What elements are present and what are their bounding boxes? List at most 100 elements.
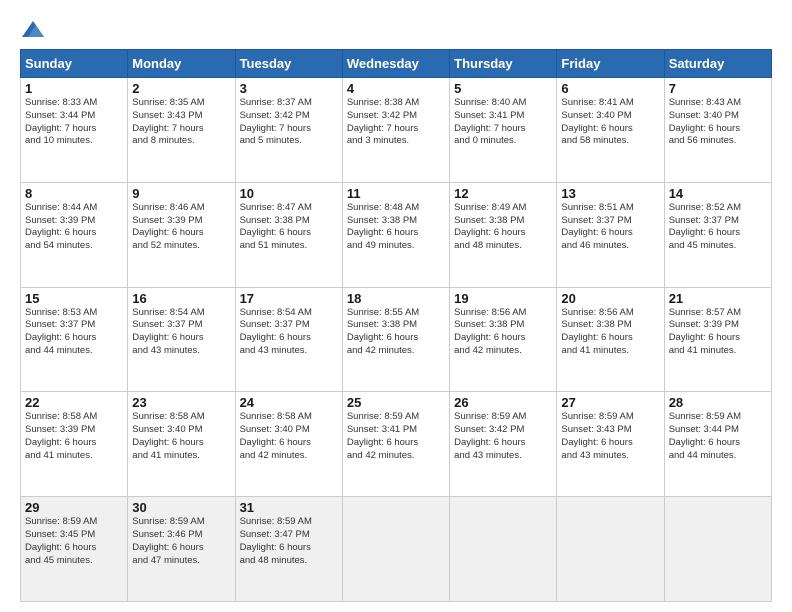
- day-number: 30: [132, 500, 230, 515]
- day-number: 10: [240, 186, 338, 201]
- calendar-cell: 14Sunrise: 8:52 AMSunset: 3:37 PMDayligh…: [664, 182, 771, 287]
- cell-text: Sunrise: 8:59 AMSunset: 3:46 PMDaylight:…: [132, 516, 230, 567]
- cell-text: Sunrise: 8:51 AMSunset: 3:37 PMDaylight:…: [561, 202, 659, 253]
- day-number: 1: [25, 81, 123, 96]
- calendar-cell: 4Sunrise: 8:38 AMSunset: 3:42 PMDaylight…: [342, 78, 449, 183]
- day-number: 3: [240, 81, 338, 96]
- day-number: 11: [347, 186, 445, 201]
- calendar-cell: 28Sunrise: 8:59 AMSunset: 3:44 PMDayligh…: [664, 392, 771, 497]
- cell-text: Sunrise: 8:57 AMSunset: 3:39 PMDaylight:…: [669, 307, 767, 358]
- calendar-cell: 18Sunrise: 8:55 AMSunset: 3:38 PMDayligh…: [342, 287, 449, 392]
- calendar-cell: 24Sunrise: 8:58 AMSunset: 3:40 PMDayligh…: [235, 392, 342, 497]
- cell-text: Sunrise: 8:55 AMSunset: 3:38 PMDaylight:…: [347, 307, 445, 358]
- cell-text: Sunrise: 8:46 AMSunset: 3:39 PMDaylight:…: [132, 202, 230, 253]
- cell-text: Sunrise: 8:47 AMSunset: 3:38 PMDaylight:…: [240, 202, 338, 253]
- day-number: 8: [25, 186, 123, 201]
- logo: [20, 15, 44, 41]
- calendar-cell: 11Sunrise: 8:48 AMSunset: 3:38 PMDayligh…: [342, 182, 449, 287]
- cell-text: Sunrise: 8:59 AMSunset: 3:47 PMDaylight:…: [240, 516, 338, 567]
- calendar-cell: 7Sunrise: 8:43 AMSunset: 3:40 PMDaylight…: [664, 78, 771, 183]
- calendar-cell: 9Sunrise: 8:46 AMSunset: 3:39 PMDaylight…: [128, 182, 235, 287]
- column-header-saturday: Saturday: [664, 50, 771, 78]
- day-number: 28: [669, 395, 767, 410]
- day-number: 14: [669, 186, 767, 201]
- cell-text: Sunrise: 8:35 AMSunset: 3:43 PMDaylight:…: [132, 97, 230, 148]
- page: SundayMondayTuesdayWednesdayThursdayFrid…: [0, 0, 792, 612]
- calendar-cell: 26Sunrise: 8:59 AMSunset: 3:42 PMDayligh…: [450, 392, 557, 497]
- calendar-cell: 6Sunrise: 8:41 AMSunset: 3:40 PMDaylight…: [557, 78, 664, 183]
- day-number: 15: [25, 291, 123, 306]
- day-number: 12: [454, 186, 552, 201]
- calendar: SundayMondayTuesdayWednesdayThursdayFrid…: [20, 49, 772, 602]
- day-number: 19: [454, 291, 552, 306]
- calendar-cell: [557, 497, 664, 602]
- calendar-cell: 5Sunrise: 8:40 AMSunset: 3:41 PMDaylight…: [450, 78, 557, 183]
- calendar-cell: [342, 497, 449, 602]
- cell-text: Sunrise: 8:59 AMSunset: 3:43 PMDaylight:…: [561, 411, 659, 462]
- calendar-cell: 8Sunrise: 8:44 AMSunset: 3:39 PMDaylight…: [21, 182, 128, 287]
- day-number: 31: [240, 500, 338, 515]
- day-number: 9: [132, 186, 230, 201]
- logo-icon: [22, 21, 44, 37]
- column-header-wednesday: Wednesday: [342, 50, 449, 78]
- cell-text: Sunrise: 8:56 AMSunset: 3:38 PMDaylight:…: [561, 307, 659, 358]
- cell-text: Sunrise: 8:59 AMSunset: 3:45 PMDaylight:…: [25, 516, 123, 567]
- day-number: 22: [25, 395, 123, 410]
- day-number: 17: [240, 291, 338, 306]
- cell-text: Sunrise: 8:54 AMSunset: 3:37 PMDaylight:…: [132, 307, 230, 358]
- cell-text: Sunrise: 8:52 AMSunset: 3:37 PMDaylight:…: [669, 202, 767, 253]
- day-number: 23: [132, 395, 230, 410]
- calendar-cell: 19Sunrise: 8:56 AMSunset: 3:38 PMDayligh…: [450, 287, 557, 392]
- day-number: 24: [240, 395, 338, 410]
- calendar-cell: 29Sunrise: 8:59 AMSunset: 3:45 PMDayligh…: [21, 497, 128, 602]
- day-number: 29: [25, 500, 123, 515]
- day-number: 7: [669, 81, 767, 96]
- header: [20, 15, 772, 41]
- day-number: 6: [561, 81, 659, 96]
- column-header-sunday: Sunday: [21, 50, 128, 78]
- cell-text: Sunrise: 8:44 AMSunset: 3:39 PMDaylight:…: [25, 202, 123, 253]
- cell-text: Sunrise: 8:59 AMSunset: 3:44 PMDaylight:…: [669, 411, 767, 462]
- calendar-cell: [450, 497, 557, 602]
- calendar-cell: 12Sunrise: 8:49 AMSunset: 3:38 PMDayligh…: [450, 182, 557, 287]
- cell-text: Sunrise: 8:38 AMSunset: 3:42 PMDaylight:…: [347, 97, 445, 148]
- calendar-cell: 20Sunrise: 8:56 AMSunset: 3:38 PMDayligh…: [557, 287, 664, 392]
- cell-text: Sunrise: 8:56 AMSunset: 3:38 PMDaylight:…: [454, 307, 552, 358]
- cell-text: Sunrise: 8:49 AMSunset: 3:38 PMDaylight:…: [454, 202, 552, 253]
- calendar-cell: 30Sunrise: 8:59 AMSunset: 3:46 PMDayligh…: [128, 497, 235, 602]
- column-header-friday: Friday: [557, 50, 664, 78]
- calendar-cell: 1Sunrise: 8:33 AMSunset: 3:44 PMDaylight…: [21, 78, 128, 183]
- calendar-cell: 16Sunrise: 8:54 AMSunset: 3:37 PMDayligh…: [128, 287, 235, 392]
- calendar-cell: [664, 497, 771, 602]
- calendar-cell: 15Sunrise: 8:53 AMSunset: 3:37 PMDayligh…: [21, 287, 128, 392]
- column-header-monday: Monday: [128, 50, 235, 78]
- day-number: 16: [132, 291, 230, 306]
- cell-text: Sunrise: 8:54 AMSunset: 3:37 PMDaylight:…: [240, 307, 338, 358]
- calendar-cell: 2Sunrise: 8:35 AMSunset: 3:43 PMDaylight…: [128, 78, 235, 183]
- cell-text: Sunrise: 8:48 AMSunset: 3:38 PMDaylight:…: [347, 202, 445, 253]
- day-number: 4: [347, 81, 445, 96]
- column-header-thursday: Thursday: [450, 50, 557, 78]
- day-number: 18: [347, 291, 445, 306]
- day-number: 20: [561, 291, 659, 306]
- cell-text: Sunrise: 8:53 AMSunset: 3:37 PMDaylight:…: [25, 307, 123, 358]
- calendar-cell: 17Sunrise: 8:54 AMSunset: 3:37 PMDayligh…: [235, 287, 342, 392]
- logo-text: [20, 15, 44, 41]
- column-header-tuesday: Tuesday: [235, 50, 342, 78]
- day-number: 27: [561, 395, 659, 410]
- cell-text: Sunrise: 8:58 AMSunset: 3:40 PMDaylight:…: [240, 411, 338, 462]
- day-number: 13: [561, 186, 659, 201]
- day-number: 2: [132, 81, 230, 96]
- calendar-cell: 13Sunrise: 8:51 AMSunset: 3:37 PMDayligh…: [557, 182, 664, 287]
- calendar-cell: 3Sunrise: 8:37 AMSunset: 3:42 PMDaylight…: [235, 78, 342, 183]
- day-number: 21: [669, 291, 767, 306]
- cell-text: Sunrise: 8:33 AMSunset: 3:44 PMDaylight:…: [25, 97, 123, 148]
- cell-text: Sunrise: 8:58 AMSunset: 3:40 PMDaylight:…: [132, 411, 230, 462]
- calendar-cell: 31Sunrise: 8:59 AMSunset: 3:47 PMDayligh…: [235, 497, 342, 602]
- cell-text: Sunrise: 8:43 AMSunset: 3:40 PMDaylight:…: [669, 97, 767, 148]
- calendar-cell: 10Sunrise: 8:47 AMSunset: 3:38 PMDayligh…: [235, 182, 342, 287]
- day-number: 5: [454, 81, 552, 96]
- calendar-cell: 22Sunrise: 8:58 AMSunset: 3:39 PMDayligh…: [21, 392, 128, 497]
- calendar-cell: 23Sunrise: 8:58 AMSunset: 3:40 PMDayligh…: [128, 392, 235, 497]
- cell-text: Sunrise: 8:40 AMSunset: 3:41 PMDaylight:…: [454, 97, 552, 148]
